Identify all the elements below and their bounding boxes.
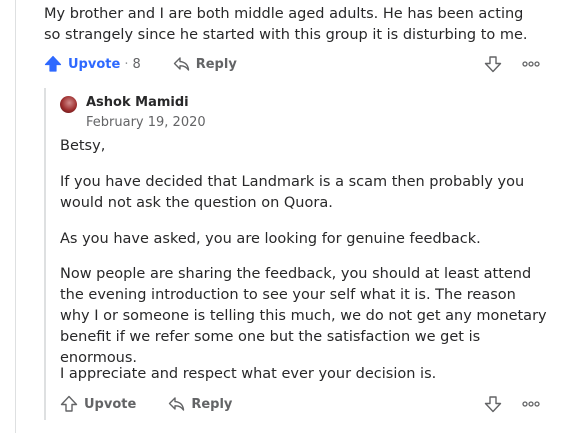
reply-comment-actions: Upvote Reply — [60, 391, 540, 417]
downvote-icon — [484, 395, 502, 413]
upvote-icon — [44, 55, 62, 73]
upvote-button[interactable]: Upvote · 8 — [44, 55, 141, 73]
reply-paragraph: If you have decided that Landmark is a s… — [60, 174, 525, 211]
upvote-label: Upvote — [84, 396, 137, 412]
reply-paragraph: Now people are sharing the feedback, you… — [60, 266, 547, 366]
reply-icon — [173, 56, 190, 72]
comment-date[interactable]: February 19, 2020 — [86, 115, 206, 130]
upvote-button[interactable]: Upvote — [60, 395, 136, 413]
more-options-icon — [522, 61, 540, 67]
reply-paragraph: As you have asked, you are looking for g… — [60, 231, 481, 247]
downvote-button[interactable] — [484, 55, 502, 73]
reply-icon — [168, 396, 185, 412]
more-options-button[interactable] — [522, 401, 540, 407]
reply-button[interactable]: Reply — [167, 56, 237, 72]
reply-paragraph: Betsy, — [60, 138, 106, 154]
downvote-icon — [484, 55, 502, 73]
upvote-icon — [60, 395, 78, 413]
avatar[interactable] — [60, 96, 77, 113]
parent-comment-text: My brother and I are both middle aged ad… — [44, 6, 528, 43]
more-options-icon — [522, 401, 540, 407]
more-options-button[interactable] — [522, 61, 540, 67]
reply-paragraph: I appreciate and respect what ever your … — [60, 366, 437, 382]
parent-comment-actions: Upvote · 8 Reply — [44, 51, 540, 77]
reply-label: Reply — [191, 396, 233, 412]
downvote-button[interactable] — [484, 395, 502, 413]
author-name[interactable]: Ashok Mamidi — [86, 95, 189, 110]
reply-label: Reply — [195, 56, 237, 72]
reply-button[interactable]: Reply — [162, 396, 232, 412]
upvote-count: 8 — [132, 56, 141, 72]
upvote-label: Upvote — [68, 56, 121, 72]
thread-rule — [15, 0, 16, 433]
separator-dot: · — [124, 56, 129, 72]
